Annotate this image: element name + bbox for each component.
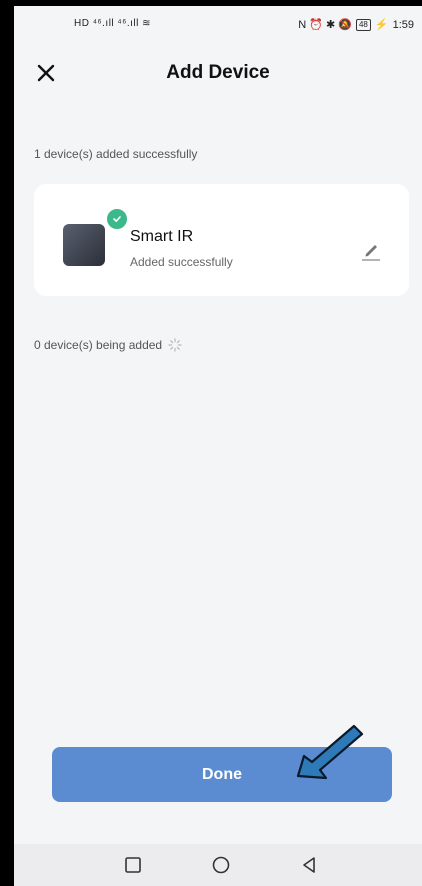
- device-status: Added successfully: [130, 255, 233, 269]
- nav-recents-icon[interactable]: [122, 854, 144, 876]
- adding-row: 0 device(s) being added: [34, 338, 182, 352]
- page-title: Add Device: [166, 62, 270, 83]
- battery-icon: 48: [355, 18, 371, 31]
- lightning-icon: ⚡: [374, 19, 389, 31]
- check-icon: [105, 207, 129, 231]
- app-screen: HD ⁴⁶.ıll ⁴⁶.ıll ≋ N ⏰ ✱ 🔕 48 ⚡ 1:59 Add…: [14, 6, 422, 886]
- status-right-icons: N ⏰ ✱ 🔕: [298, 19, 352, 31]
- status-time: 1:59: [392, 18, 414, 31]
- status-bar: HD ⁴⁶.ıll ⁴⁶.ıll ≋ N ⏰ ✱ 🔕 48 ⚡ 1:59: [14, 6, 422, 46]
- added-count-label: 1 device(s) added successfully: [34, 147, 198, 161]
- nav-back-icon[interactable]: [298, 854, 320, 876]
- device-image: [63, 224, 105, 266]
- status-right: N ⏰ ✱ 🔕 48 ⚡ 1:59: [298, 18, 414, 31]
- device-card[interactable]: Smart IR Added successfully: [34, 184, 409, 296]
- edit-icon[interactable]: [359, 239, 383, 263]
- device-name: Smart IR: [130, 228, 194, 245]
- system-nav-bar: [14, 844, 422, 886]
- adding-count-label: 0 device(s) being added: [34, 338, 163, 352]
- spinner-icon: [168, 338, 182, 352]
- arrow-icon: [296, 724, 364, 780]
- nav-home-icon[interactable]: [210, 854, 232, 876]
- status-left-icons: HD ⁴⁶.ıll ⁴⁶.ıll ≋: [74, 18, 151, 29]
